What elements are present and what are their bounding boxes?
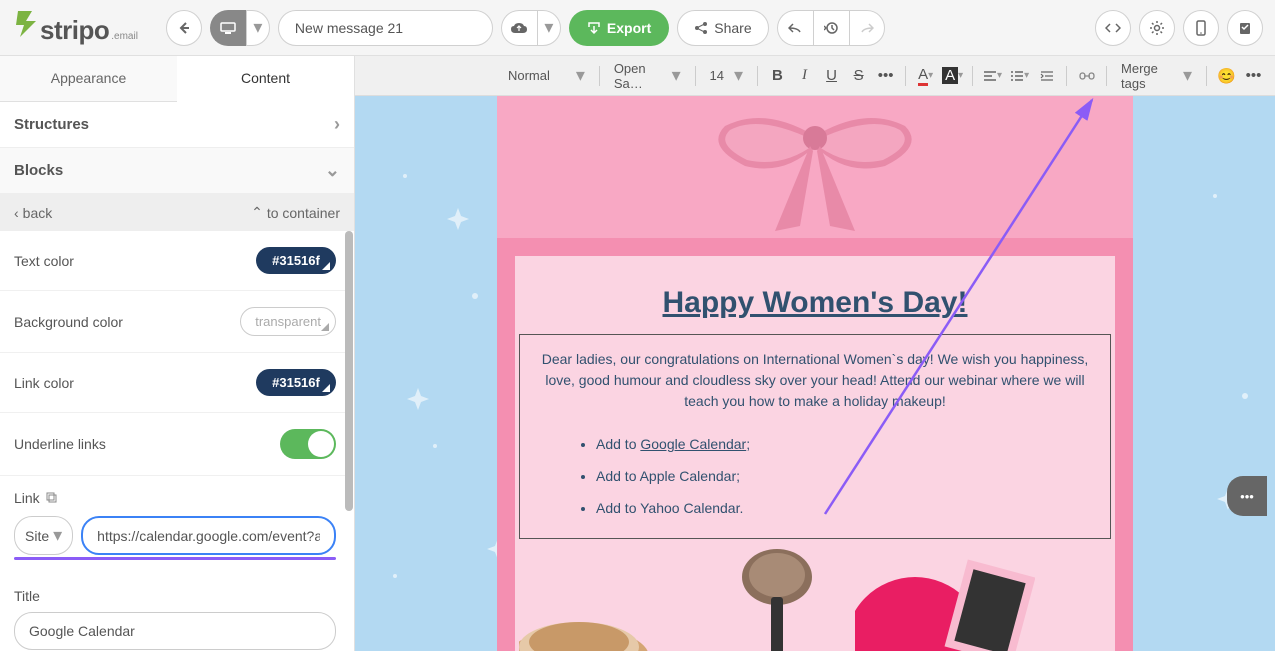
google-calendar-link[interactable]: Google Calendar — [640, 436, 746, 452]
selected-text-block[interactable]: Dear ladies, our congratulations on Inte… — [519, 334, 1111, 539]
desktop-view-button[interactable] — [210, 10, 246, 46]
bg-color-label: Background color — [14, 314, 123, 330]
email-paragraph: Dear ladies, our congratulations on Inte… — [540, 349, 1090, 412]
chevron-up-icon: ⌃ — [251, 204, 263, 221]
email-container: Happy Women's Day! Dear ladies, our cong… — [497, 96, 1133, 651]
underline-links-label: Underline links — [14, 436, 106, 452]
breadcrumb-container[interactable]: ⌃ to container — [251, 204, 340, 221]
align-button[interactable]: ▾ — [981, 63, 1004, 89]
title-section: Title — [0, 574, 350, 651]
sidebar: Appearance Content Structures › Blocks ⌄… — [0, 56, 355, 651]
calendar-list: Add to Google Calendar; Add to Apple Cal… — [540, 428, 1090, 524]
history-button[interactable] — [813, 10, 849, 46]
scrollbar[interactable] — [344, 231, 354, 571]
export-label: Export — [607, 20, 651, 36]
link-button[interactable] — [1075, 63, 1098, 89]
underline-links-toggle[interactable] — [280, 429, 336, 459]
redo-button[interactable] — [849, 10, 885, 46]
export-button[interactable]: Export — [569, 10, 669, 46]
logo: stripo .email — [12, 9, 138, 46]
logo-text: stripo — [40, 15, 109, 46]
breadcrumb-back[interactable]: ‹ back — [14, 205, 52, 221]
underline-button[interactable]: U — [820, 63, 843, 89]
top-toolbar: stripo .email ▾ ▾ Export Share — [0, 0, 1275, 56]
link-color-row: Link color #31516f — [0, 353, 350, 413]
font-family-select[interactable]: Open Sa…▾ — [608, 57, 687, 95]
view-mode-group: ▾ — [210, 10, 270, 46]
link-color-label: Link color — [14, 375, 74, 391]
url-highlight — [14, 557, 336, 560]
title-label: Title — [14, 588, 336, 604]
list-button[interactable]: ▾ — [1008, 63, 1031, 89]
calendar-item-google: Add to Google Calendar; — [596, 428, 1090, 460]
email-heading[interactable]: Happy Women's Day! — [515, 272, 1115, 334]
canvas: Normal▾ Open Sa…▾ 14▾ B I U S ••• A▾ A▾ … — [355, 56, 1275, 651]
structures-section[interactable]: Structures › — [0, 102, 354, 148]
settings-button[interactable] — [1139, 10, 1175, 46]
overflow-button[interactable]: ••• — [1242, 63, 1265, 89]
bg-color-row: Background color transparent — [0, 291, 350, 353]
logo-subtext: .email — [111, 31, 138, 42]
code-button[interactable] — [1095, 10, 1131, 46]
email-preview[interactable]: Happy Women's Day! Dear ladies, our cong… — [355, 96, 1275, 651]
text-color-label: Text color — [14, 253, 74, 269]
share-label: Share — [714, 20, 751, 36]
bow-image — [497, 96, 1133, 238]
sidebar-tabs: Appearance Content — [0, 56, 354, 102]
link-title-input[interactable] — [14, 612, 336, 650]
breadcrumb: ‹ back ⌃ to container — [0, 194, 354, 231]
calendar-item-apple: Add to Apple Calendar; — [596, 460, 1090, 492]
link-label: Link — [14, 490, 336, 506]
content-section: Happy Women's Day! Dear ladies, our cong… — [497, 238, 1133, 651]
structures-label: Structures — [14, 116, 89, 133]
text-color-row: Text color #31516f — [0, 231, 350, 291]
tab-content[interactable]: Content — [177, 56, 354, 102]
view-mode-dropdown[interactable]: ▾ — [246, 10, 270, 46]
merge-tags-select[interactable]: Merge tags▾ — [1115, 57, 1198, 95]
blocks-section[interactable]: Blocks ⌄ — [0, 148, 354, 194]
tab-appearance[interactable]: Appearance — [0, 56, 177, 101]
bold-button[interactable]: B — [766, 63, 789, 89]
text-color-button[interactable]: A▾ — [914, 63, 937, 89]
product-images — [515, 539, 1115, 651]
share-button[interactable]: Share — [677, 10, 768, 46]
more-format-button[interactable]: ••• — [874, 63, 897, 89]
blocks-label: Blocks — [14, 162, 63, 179]
cloud-save-button[interactable] — [501, 10, 537, 46]
link-color-swatch[interactable]: #31516f — [256, 369, 336, 396]
checklist-button[interactable] — [1227, 10, 1263, 46]
link-section: Link Site ▾ — [0, 476, 350, 574]
undo-button[interactable] — [777, 10, 813, 46]
properties-panel: Text color #31516f Background color tran… — [0, 231, 354, 651]
paragraph-style-select[interactable]: Normal▾ — [502, 61, 591, 90]
floating-menu-button[interactable]: ••• — [1227, 476, 1267, 516]
message-title-input[interactable] — [278, 10, 493, 46]
back-button[interactable] — [166, 10, 202, 46]
italic-button[interactable]: I — [793, 63, 816, 89]
calendar-item-yahoo: Add to Yahoo Calendar. — [596, 492, 1090, 524]
strikethrough-button[interactable]: S — [847, 63, 870, 89]
chevron-left-icon: ‹ — [14, 205, 19, 221]
font-size-select[interactable]: 14▾ — [704, 61, 750, 90]
highlight-button[interactable]: A▾ — [941, 63, 964, 89]
save-group: ▾ — [501, 10, 561, 46]
mobile-preview-button[interactable] — [1183, 10, 1219, 46]
emoji-button[interactable]: 😊 — [1215, 63, 1238, 89]
history-group — [777, 10, 885, 46]
chevron-down-icon: ⌄ — [325, 160, 340, 181]
bg-color-swatch[interactable]: transparent — [240, 307, 336, 336]
save-dropdown[interactable]: ▾ — [537, 10, 561, 46]
indent-button[interactable] — [1035, 63, 1058, 89]
link-type-select[interactable]: Site ▾ — [14, 516, 73, 555]
format-toolbar: Normal▾ Open Sa…▾ 14▾ B I U S ••• A▾ A▾ … — [355, 56, 1275, 96]
text-color-swatch[interactable]: #31516f — [256, 247, 336, 274]
underline-links-row: Underline links — [0, 413, 350, 476]
copy-icon — [46, 492, 58, 504]
chevron-right-icon: › — [334, 114, 340, 135]
link-url-input[interactable] — [81, 516, 336, 555]
